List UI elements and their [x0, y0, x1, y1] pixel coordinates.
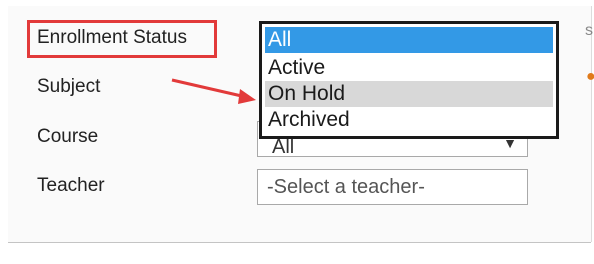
clipped-edge-dot-icon: ●: [586, 68, 594, 85]
teacher-select[interactable]: -Select a teacher-: [257, 169, 528, 205]
course-select-value: All: [272, 136, 295, 157]
enrollment-status-highlight: [27, 20, 217, 58]
option-on-hold[interactable]: On Hold: [265, 81, 553, 107]
option-all[interactable]: All: [265, 27, 553, 53]
option-active[interactable]: Active: [265, 55, 553, 81]
option-archived[interactable]: Archived: [265, 107, 553, 133]
below-panel-area: [8, 243, 591, 264]
subject-label: Subject: [37, 76, 101, 97]
teacher-placeholder: -Select a teacher-: [267, 176, 425, 198]
enrollment-status-dropdown[interactable]: All Active On Hold Archived: [259, 21, 559, 139]
course-label: Course: [37, 126, 99, 147]
annotation-arrow-icon: [171, 78, 256, 104]
teacher-label: Teacher: [37, 175, 105, 196]
clipped-edge-text: s: [585, 22, 593, 39]
